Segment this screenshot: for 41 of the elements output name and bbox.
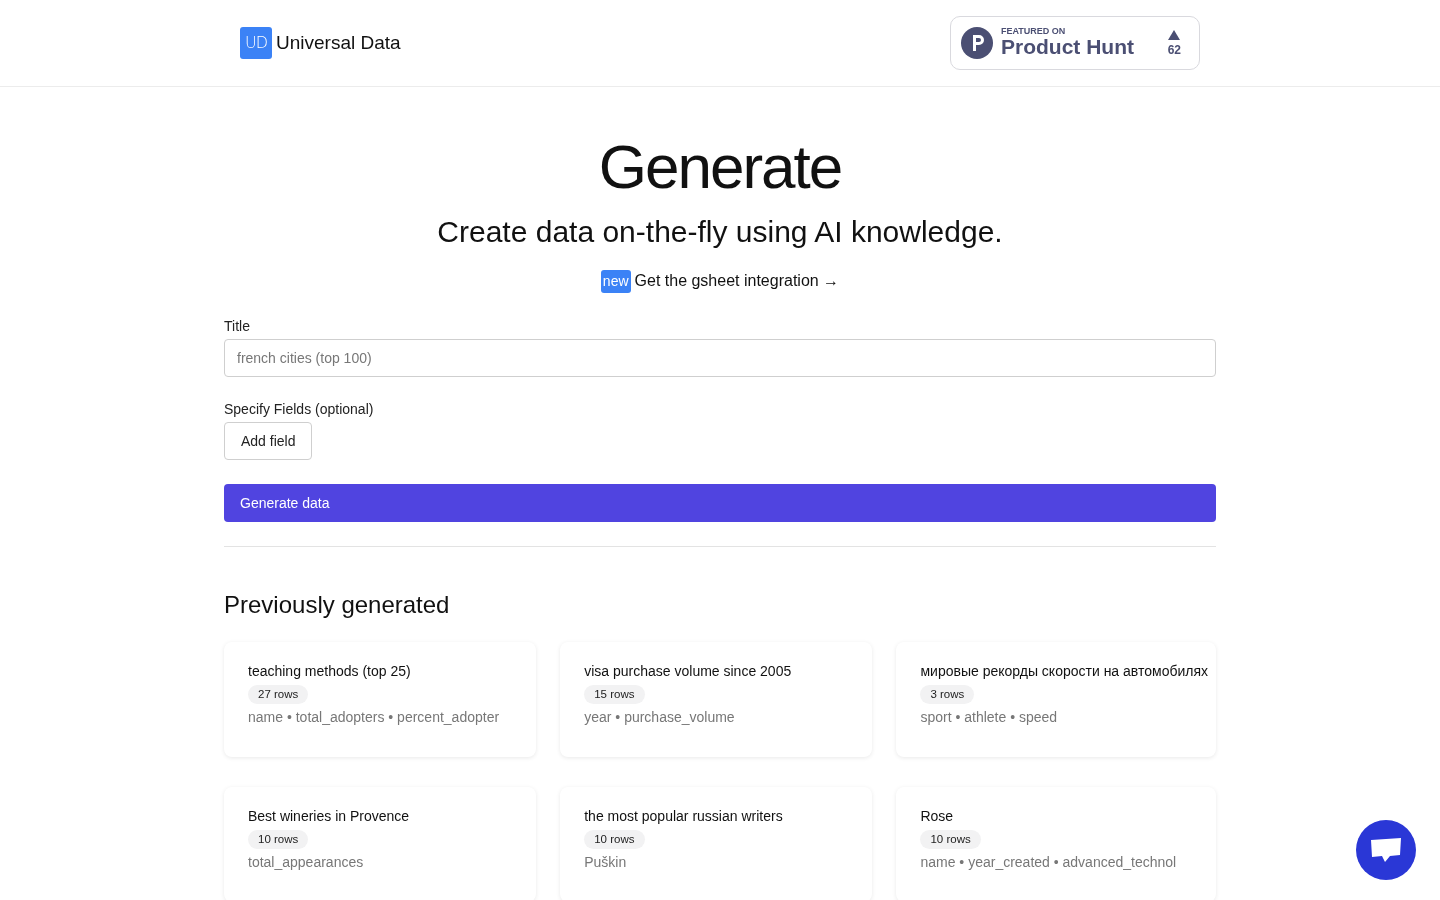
dataset-title: Rose bbox=[920, 807, 954, 826]
dataset-title: мировые рекорды скорости на автомобилях bbox=[920, 662, 1208, 681]
dataset-card[interactable]: мировые рекорды скорости на автомобилях 3 rows sport • athlete • speed bbox=[896, 642, 1216, 757]
dataset-card[interactable]: Rose 10 rows name • year_created • advanced_technol bbox=[896, 787, 1216, 900]
dataset-fields: name • year_created • advanced_technol bbox=[920, 852, 1177, 874]
dataset-card[interactable]: the most popular russian writers 10 rows Puškin bbox=[560, 787, 873, 900]
dataset-title: teaching methods (top 25) bbox=[248, 662, 411, 681]
upvote-triangle-icon bbox=[1168, 30, 1181, 40]
dataset-card[interactable]: Best wineries in Provence 10 rows total_appearances bbox=[224, 787, 537, 900]
row-count-badge: 10 rows bbox=[248, 830, 309, 850]
product-hunt-badge[interactable]: FEATURED ON Product Hunt 62 bbox=[950, 16, 1200, 70]
row-count-badge: 10 rows bbox=[584, 830, 645, 850]
dataset-card[interactable]: visa purchase volume since 2005 15 rows year • purchase_volume bbox=[560, 642, 873, 757]
section-heading: Previously generated bbox=[224, 591, 451, 620]
row-count-badge: 27 rows bbox=[248, 685, 309, 705]
dataset-title: visa purchase volume since 2005 bbox=[584, 662, 792, 681]
chat-button[interactable] bbox=[1356, 820, 1416, 880]
chat-bubble-icon bbox=[1370, 837, 1402, 863]
row-count-badge: 15 rows bbox=[584, 685, 645, 705]
dataset-title: Best wineries in Provence bbox=[248, 807, 410, 826]
dataset-fields: total_appearances bbox=[248, 852, 364, 874]
row-count-badge: 10 rows bbox=[920, 830, 981, 850]
logo-mark: UD bbox=[240, 27, 272, 59]
page-title: Generate bbox=[598, 133, 842, 202]
site-name[interactable]: Universal Data bbox=[276, 28, 401, 58]
row-count-badge: 3 rows bbox=[920, 685, 975, 705]
p-logo-icon bbox=[961, 27, 993, 59]
new-badge: new bbox=[600, 269, 631, 293]
page-subtitle: Create data on-the-fly using AI knowledge. bbox=[437, 214, 1003, 251]
title-label: Title bbox=[224, 317, 250, 337]
title-input[interactable]: french cities (top 100) bbox=[224, 339, 1216, 378]
gsheet-link[interactable]: Get the gsheet integration → bbox=[634, 269, 840, 294]
dataset-fields: Puškin bbox=[584, 852, 627, 874]
add-field-button[interactable]: Add field bbox=[224, 422, 313, 461]
generate-data-button[interactable]: Generate data bbox=[224, 484, 1216, 523]
dataset-title: the most popular russian writers bbox=[584, 807, 783, 826]
dataset-fields: year • purchase_volume bbox=[584, 707, 735, 729]
dataset-card[interactable]: teaching methods (top 25) 27 rows name • total_adopters • percent_adopter bbox=[224, 642, 537, 757]
dataset-fields: sport • athlete • speed bbox=[920, 707, 1058, 729]
fields-label: Specify Fields (optional) bbox=[224, 400, 374, 420]
dataset-fields: name • total_adopters • percent_adopter bbox=[248, 707, 500, 729]
